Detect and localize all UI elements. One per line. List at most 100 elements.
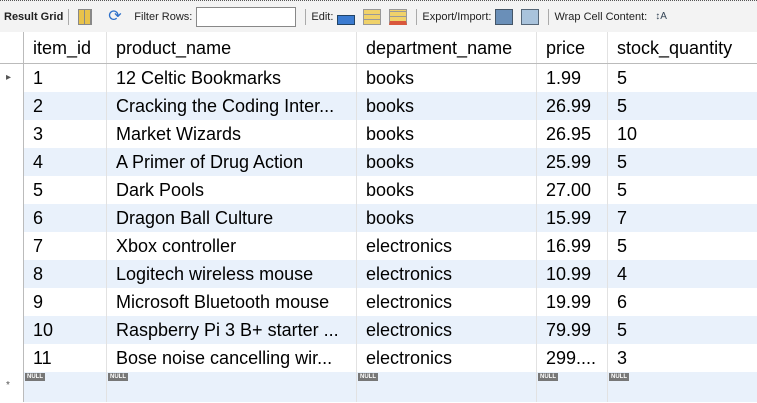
column-header-department-name[interactable]: department_name bbox=[357, 32, 537, 63]
table-cell[interactable]: 8 bbox=[24, 260, 107, 288]
table-cell[interactable]: 2 bbox=[24, 92, 107, 120]
row-selector[interactable] bbox=[0, 120, 24, 148]
table-cell[interactable]: Dragon Ball Culture bbox=[107, 204, 357, 232]
row-selector[interactable] bbox=[0, 316, 24, 344]
table-cell[interactable]: 7 bbox=[24, 232, 107, 260]
table-cell[interactable]: electronics bbox=[357, 316, 537, 344]
column-header-item-id[interactable]: item_id bbox=[24, 32, 107, 63]
table-cell[interactable]: Raspberry Pi 3 B+ starter ... bbox=[107, 316, 357, 344]
new-row-cell[interactable]: NULL bbox=[24, 372, 107, 402]
row-selector[interactable] bbox=[0, 344, 24, 372]
new-row-cell[interactable]: NULL bbox=[107, 372, 357, 402]
table-cell[interactable]: 5 bbox=[608, 148, 757, 176]
result-grid-label[interactable]: Result Grid bbox=[4, 11, 63, 23]
table-cell[interactable]: electronics bbox=[357, 260, 537, 288]
filter-rows-input[interactable] bbox=[196, 6, 297, 27]
table-cell[interactable]: 5 bbox=[608, 232, 757, 260]
table-cell[interactable]: 11 bbox=[24, 344, 107, 372]
table-row[interactable]: 9 Microsoft Bluetooth mouse electronics 19.… bbox=[0, 288, 757, 316]
new-row-cell[interactable]: NULL bbox=[357, 372, 537, 402]
table-row[interactable]: 7 Xbox controller electronics 16.99 5 bbox=[0, 232, 757, 260]
table-row[interactable]: 2 Cracking the Coding Inter... books 26.99 5 bbox=[0, 92, 757, 120]
table-cell[interactable]: 5 bbox=[608, 176, 757, 204]
table-cell[interactable]: books bbox=[357, 92, 537, 120]
table-cell[interactable]: Bose noise cancelling wir... bbox=[107, 344, 357, 372]
table-cell[interactable]: electronics bbox=[357, 344, 537, 372]
table-cell[interactable]: 1 bbox=[24, 64, 107, 92]
table-cell[interactable]: 15.99 bbox=[537, 204, 608, 232]
table-cell[interactable]: 6 bbox=[24, 204, 107, 232]
table-cell[interactable]: 4 bbox=[608, 260, 757, 288]
row-selector[interactable]: ▸ bbox=[0, 64, 24, 92]
table-cell[interactable]: 5 bbox=[608, 92, 757, 120]
table-cell[interactable]: Dark Pools bbox=[107, 176, 357, 204]
table-cell[interactable]: 3 bbox=[608, 344, 757, 372]
table-cell[interactable]: 3 bbox=[24, 120, 107, 148]
table-cell[interactable]: 10 bbox=[608, 120, 757, 148]
table-row[interactable]: 8 Logitech wireless mouse electronics 10.99… bbox=[0, 260, 757, 288]
table-cell[interactable]: 5 bbox=[24, 176, 107, 204]
null-badge: NULL bbox=[358, 373, 378, 381]
new-row-cell[interactable]: NULL bbox=[537, 372, 608, 402]
table-cell[interactable]: 26.99 bbox=[537, 92, 608, 120]
add-row-icon[interactable] bbox=[363, 8, 382, 25]
edit-pencil-icon[interactable] bbox=[337, 14, 356, 25]
row-selector[interactable] bbox=[0, 148, 24, 176]
row-selector[interactable] bbox=[0, 260, 24, 288]
table-cell[interactable]: electronics bbox=[357, 232, 537, 260]
table-cell[interactable]: 299.... bbox=[537, 344, 608, 372]
table-cell[interactable]: books bbox=[357, 120, 537, 148]
table-cell[interactable]: Logitech wireless mouse bbox=[107, 260, 357, 288]
row-selector[interactable] bbox=[0, 176, 24, 204]
new-row-cell[interactable]: NULL bbox=[608, 372, 757, 402]
column-header-product-name[interactable]: product_name bbox=[107, 32, 357, 63]
table-cell[interactable]: books bbox=[357, 204, 537, 232]
table-cell[interactable]: 5 bbox=[608, 64, 757, 92]
table-cell[interactable]: 1.99 bbox=[537, 64, 608, 92]
table-cell[interactable]: 79.99 bbox=[537, 316, 608, 344]
table-row[interactable]: 5 Dark Pools books 27.00 5 bbox=[0, 176, 757, 204]
row-selector[interactable] bbox=[0, 92, 24, 120]
table-cell[interactable]: 27.00 bbox=[537, 176, 608, 204]
new-row[interactable]: * NULL NULL NULL NULL NULL bbox=[0, 372, 757, 402]
table-cell[interactable]: 7 bbox=[608, 204, 757, 232]
table-cell[interactable]: books bbox=[357, 148, 537, 176]
row-selector[interactable] bbox=[0, 232, 24, 260]
null-badge: NULL bbox=[609, 373, 629, 381]
wrap-text-icon[interactable]: ↕A bbox=[655, 9, 673, 25]
table-cell[interactable]: 25.99 bbox=[537, 148, 608, 176]
row-selector[interactable] bbox=[0, 288, 24, 316]
table-cell[interactable]: 12 Celtic Bookmarks bbox=[107, 64, 357, 92]
table-cell[interactable]: 9 bbox=[24, 288, 107, 316]
table-cell[interactable]: 10 bbox=[24, 316, 107, 344]
table-row[interactable]: 3 Market Wizards books 26.95 10 bbox=[0, 120, 757, 148]
import-icon[interactable] bbox=[521, 8, 540, 25]
table-cell[interactable]: 6 bbox=[608, 288, 757, 316]
table-row[interactable]: ▸ 1 12 Celtic Bookmarks books 1.99 5 bbox=[0, 64, 757, 92]
table-cell[interactable]: Xbox controller bbox=[107, 232, 357, 260]
refresh-icon[interactable]: ⟳ bbox=[108, 8, 126, 25]
table-cell[interactable]: 4 bbox=[24, 148, 107, 176]
table-cell[interactable]: 26.95 bbox=[537, 120, 608, 148]
table-cell[interactable]: Microsoft Bluetooth mouse bbox=[107, 288, 357, 316]
table-cell[interactable]: electronics bbox=[357, 288, 537, 316]
table-row[interactable]: 4A Primer of Drug Action books 25.99 5 bbox=[0, 148, 757, 176]
table-row[interactable]: 10 Raspberry Pi 3 B+ starter ... electroni… bbox=[0, 316, 757, 344]
table-cell[interactable]: 19.99 bbox=[537, 288, 608, 316]
grid-view-icon[interactable] bbox=[78, 8, 93, 25]
column-header-price[interactable]: price bbox=[537, 32, 608, 63]
export-save-icon[interactable] bbox=[495, 8, 514, 25]
table-cell[interactable]: 16.99 bbox=[537, 232, 608, 260]
column-header-stock-quantity[interactable]: stock_quantity bbox=[608, 32, 757, 63]
table-cell[interactable]: Market Wizards bbox=[107, 120, 357, 148]
table-cell[interactable]: 10.99 bbox=[537, 260, 608, 288]
table-cell[interactable]: 5 bbox=[608, 316, 757, 344]
table-row[interactable]: 11 Bose noise cancelling wir... electronic… bbox=[0, 344, 757, 372]
table-cell[interactable]: Cracking the Coding Inter... bbox=[107, 92, 357, 120]
table-cell[interactable]: books bbox=[357, 64, 537, 92]
row-selector[interactable] bbox=[0, 204, 24, 232]
delete-row-icon[interactable] bbox=[389, 8, 408, 25]
table-cell[interactable]: A Primer of Drug Action bbox=[107, 148, 357, 176]
table-row[interactable]: 6 Dragon Ball Culture books 15.99 7 bbox=[0, 204, 757, 232]
table-cell[interactable]: books bbox=[357, 176, 537, 204]
